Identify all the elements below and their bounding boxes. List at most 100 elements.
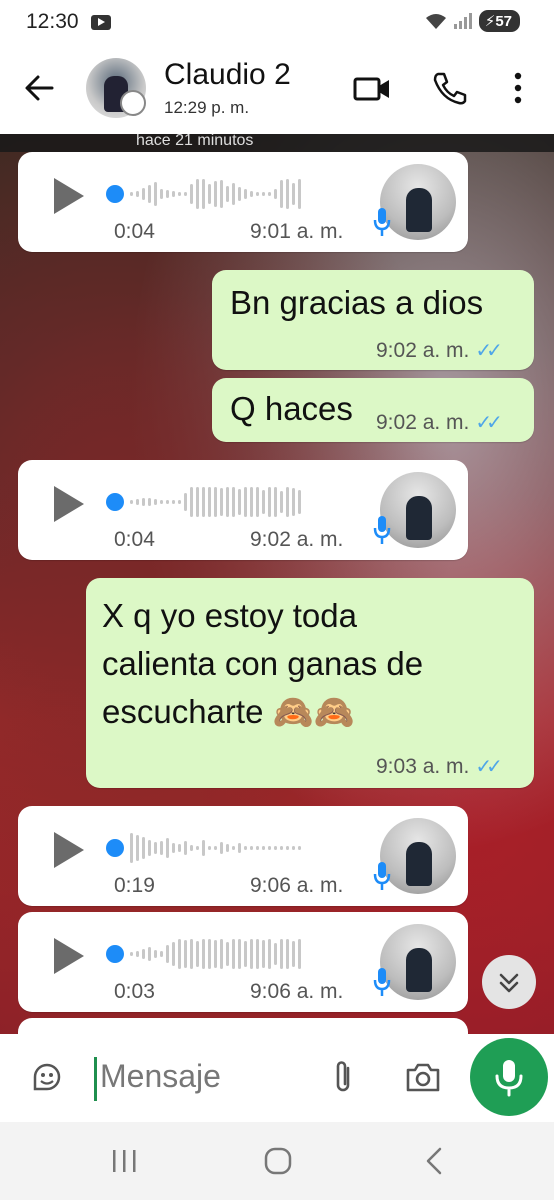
waveform-bar [160, 500, 163, 504]
read-ticks-icon: ✓✓ [475, 412, 502, 434]
waveform-bar [202, 840, 205, 856]
play-icon[interactable] [54, 938, 84, 974]
camera-icon[interactable] [404, 1060, 442, 1094]
voice-waveform[interactable] [130, 830, 301, 866]
back-nav-icon[interactable] [420, 1146, 448, 1176]
waveform-bar [184, 940, 187, 968]
waveform-bar [184, 192, 187, 196]
video-call-icon[interactable] [352, 68, 392, 108]
status-ring-icon [120, 90, 146, 116]
scroll-to-bottom-button[interactable] [482, 955, 536, 1009]
waveform-bar [220, 842, 223, 854]
contact-name[interactable]: Claudio 2 [164, 58, 291, 92]
waveform-bar [226, 844, 229, 852]
message-text: Bn gracias a dios [230, 284, 484, 321]
waveform-bar [208, 939, 211, 969]
waveform-bar [232, 846, 235, 850]
waveform-bar [154, 499, 157, 505]
message-line: escucharte 🙈🙈 [102, 693, 355, 730]
waveform-bar [208, 184, 211, 204]
sticker-icon[interactable] [30, 1060, 64, 1094]
recent-apps-icon[interactable] [108, 1148, 140, 1174]
voice-waveform[interactable] [130, 936, 301, 972]
waveform-bar [292, 183, 295, 205]
more-options-icon[interactable] [498, 68, 538, 108]
waveform-bar [202, 939, 205, 969]
message-time: 9:06 a. m. [250, 980, 344, 1003]
message-time: 9:06 a. m. [250, 874, 344, 897]
signal-icon [453, 13, 472, 29]
message-placeholder[interactable]: Mensaje [100, 1058, 221, 1095]
quoted-status-strip: hace 21 minutos [0, 134, 554, 152]
voice-waveform[interactable] [130, 484, 301, 520]
waveform-bar [142, 949, 145, 959]
waveform-bar [280, 180, 283, 208]
waveform-bar [136, 191, 139, 197]
read-ticks-icon: ✓✓ [475, 340, 502, 362]
waveform-bar [166, 838, 169, 858]
waveform-bar [262, 940, 265, 968]
waveform-bar [232, 939, 235, 969]
mic-icon [373, 968, 391, 996]
waveform-bar [154, 842, 157, 854]
waveform-bar [160, 951, 163, 957]
waveform-bar [148, 185, 151, 203]
message-time-text: 9:02 a. m. [376, 411, 470, 434]
waveform-bar [292, 846, 295, 850]
attach-icon[interactable] [328, 1058, 358, 1096]
message-time: 9:02 a. m. [250, 528, 344, 551]
message-time: 9:02 a. m. ✓✓ [376, 338, 503, 363]
waveform-bar [238, 489, 241, 515]
playback-position-dot[interactable] [106, 493, 124, 511]
message-input[interactable]: Mensaje [10, 1038, 460, 1116]
waveform-bar [148, 498, 151, 506]
voice-duration: 0:04 [114, 528, 155, 551]
waveform-bar [226, 942, 229, 966]
voice-waveform[interactable] [130, 176, 301, 212]
waveform-bar [262, 490, 265, 514]
waveform-bar [238, 939, 241, 969]
waveform-bar [238, 187, 241, 201]
waveform-bar [268, 846, 271, 850]
chat-area[interactable]: hace 21 minutos i 0:04 9:01 a. m. Bn gra… [0, 134, 554, 1034]
system-navigation-bar [0, 1122, 554, 1200]
outgoing-message: X q yo estoy toda calienta con ganas de … [86, 578, 534, 788]
waveform-bar [298, 490, 301, 514]
home-icon[interactable] [263, 1146, 293, 1176]
waveform-bar [250, 939, 253, 969]
play-icon[interactable] [54, 832, 84, 868]
waveform-bar [256, 846, 259, 850]
waveform-bar [178, 844, 181, 852]
waveform-bar [274, 189, 277, 199]
waveform-bar [214, 487, 217, 517]
waveform-bar [136, 835, 139, 861]
mic-icon [373, 208, 391, 236]
waveform-bar [232, 487, 235, 517]
playback-position-dot[interactable] [106, 839, 124, 857]
microphone-icon [495, 1060, 523, 1097]
message-line: X q yo estoy toda [102, 597, 357, 634]
playback-position-dot[interactable] [106, 945, 124, 963]
phone-call-icon[interactable] [430, 68, 470, 108]
waveform-bar [220, 488, 223, 516]
waveform-bar [202, 179, 205, 209]
play-icon[interactable] [54, 486, 84, 522]
play-icon[interactable] [54, 178, 84, 214]
playback-position-dot[interactable] [106, 185, 124, 203]
voice-record-button[interactable] [470, 1038, 548, 1116]
waveform-bar [298, 846, 301, 850]
voice-message: 0:19 9:06 a. m. [18, 806, 468, 906]
waveform-bar [268, 487, 271, 517]
waveform-bar [274, 943, 277, 965]
waveform-bar [280, 939, 283, 969]
waveform-bar [280, 491, 283, 513]
waveform-bar [178, 939, 181, 969]
battery-icon: ⚡57 [478, 10, 520, 32]
waveform-bar [142, 188, 145, 200]
double-chevron-down-icon [499, 973, 519, 993]
waveform-bar [184, 493, 187, 511]
back-arrow-icon[interactable] [22, 70, 58, 106]
waveform-bar [238, 843, 241, 853]
mic-icon [373, 516, 391, 544]
waveform-bar [208, 846, 211, 850]
